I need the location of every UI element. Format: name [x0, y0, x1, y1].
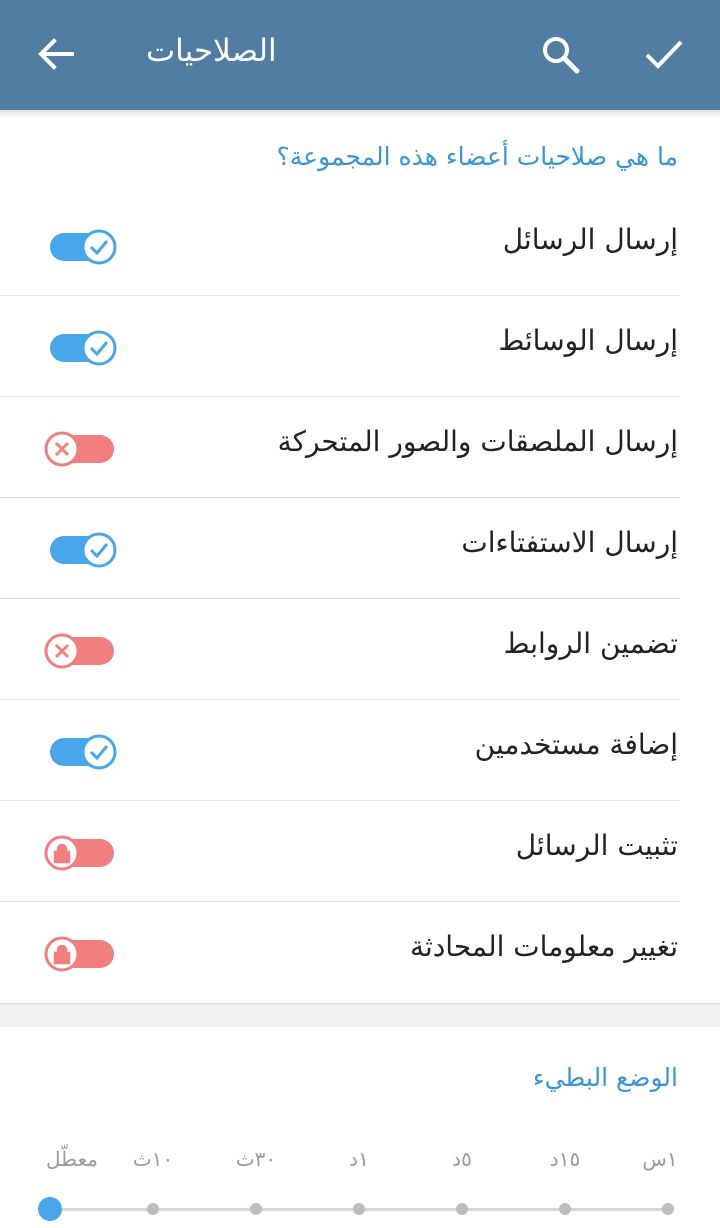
slider-stop[interactable]	[250, 1203, 262, 1215]
permission-switch[interactable]	[42, 227, 122, 267]
lock-icon	[53, 944, 71, 965]
slider-option-label[interactable]: ٥د	[452, 1147, 472, 1171]
slider-option-label[interactable]: ١س	[642, 1147, 677, 1171]
permission-row[interactable]: إرسال الوسائط	[0, 296, 720, 397]
permission-row[interactable]: إرسال الملصقات والصور المتحركة	[0, 397, 720, 498]
permission-switch[interactable]	[42, 732, 122, 772]
slider-stop[interactable]	[456, 1203, 468, 1215]
permission-label: تثبيت الرسائل	[515, 829, 678, 862]
permission-label: إضافة مستخدمين	[474, 728, 678, 761]
page-title: الصلاحيات	[146, 33, 277, 69]
slider-option-label[interactable]: معطّل	[46, 1147, 98, 1171]
slider-option-label[interactable]: ١٠ث	[133, 1147, 173, 1171]
switch-knob	[81, 229, 117, 265]
slider-stop[interactable]	[559, 1203, 571, 1215]
permission-switch[interactable]	[42, 631, 122, 671]
section-divider	[0, 1003, 720, 1027]
back-button[interactable]	[30, 28, 82, 80]
permission-row[interactable]: إرسال الاستفتاءات	[0, 498, 720, 599]
slider-option-label[interactable]: ١٥د	[550, 1147, 580, 1171]
permission-label: تغيير معلومات المحادثة	[410, 930, 678, 963]
permission-switch[interactable]	[42, 530, 122, 570]
slider-stop[interactable]	[662, 1203, 674, 1215]
switch-knob	[81, 532, 117, 568]
done-button[interactable]	[638, 28, 690, 80]
slow-mode-title: الوضع البطيء	[532, 1063, 678, 1092]
permission-row[interactable]: تثبيت الرسائل	[0, 801, 720, 902]
slider-stop[interactable]	[353, 1203, 365, 1215]
slider-option-label[interactable]: ١د	[349, 1147, 369, 1171]
permission-row[interactable]: إضافة مستخدمين	[0, 700, 720, 801]
permission-row[interactable]: تضمين الروابط	[0, 599, 720, 700]
permission-label: إرسال الرسائل	[502, 223, 678, 256]
permission-switch[interactable]	[42, 934, 122, 974]
permission-switch[interactable]	[42, 833, 122, 873]
slider-stop[interactable]	[147, 1203, 159, 1215]
permission-switch[interactable]	[42, 328, 122, 368]
arrow-back-icon	[38, 38, 74, 70]
topbar-shadow	[0, 110, 720, 118]
lock-icon	[53, 843, 71, 864]
check-icon	[645, 40, 683, 69]
permission-switch[interactable]	[42, 429, 122, 469]
switch-knob	[81, 734, 117, 770]
slider-option-label[interactable]: ٣٠ث	[236, 1147, 276, 1171]
permission-label: إرسال الوسائط	[498, 324, 678, 357]
permission-label: تضمين الروابط	[503, 627, 678, 660]
switch-knob	[81, 330, 117, 366]
permission-row[interactable]: إرسال الرسائل	[0, 195, 720, 296]
slow-mode-section: الوضع البطيء معطّل ١٠ث ٣٠ث ١د ٥د ١٥د ١س	[0, 1027, 720, 1228]
slider-thumb[interactable]	[38, 1197, 62, 1221]
permission-row[interactable]: تغيير معلومات المحادثة	[0, 902, 720, 1003]
search-icon	[543, 37, 580, 74]
permissions-header: ما هي صلاحيات أعضاء هذه المجموعة؟	[276, 142, 679, 171]
permissions-section: ما هي صلاحيات أعضاء هذه المجموعة؟ إرسال …	[0, 118, 720, 1003]
search-button[interactable]	[534, 28, 586, 80]
permission-label: إرسال الاستفتاءات	[461, 526, 678, 559]
permission-label: إرسال الملصقات والصور المتحركة	[277, 425, 678, 458]
top-app-bar: الصلاحيات	[0, 0, 720, 110]
